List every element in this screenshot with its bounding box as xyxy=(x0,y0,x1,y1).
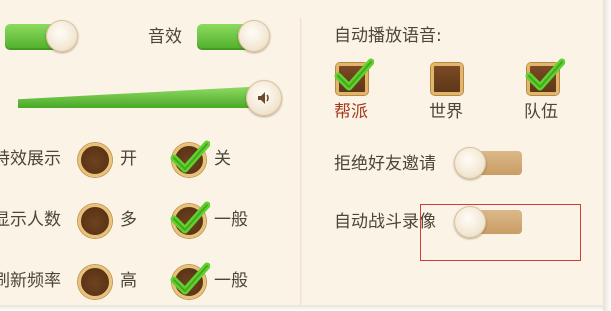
column-divider xyxy=(300,18,302,305)
music-toggle-knob[interactable] xyxy=(46,20,78,52)
player-count-normal-label: 一般 xyxy=(214,210,248,230)
check-icon xyxy=(170,140,210,173)
speaker-icon xyxy=(258,92,269,104)
channel-label-guild: 帮派 xyxy=(334,102,368,122)
reject-friend-invite-label: 拒绝好友邀请 xyxy=(334,154,436,174)
refresh-high-label: 高 xyxy=(120,271,137,291)
check-icon xyxy=(334,58,374,91)
volume-slider-knob[interactable] xyxy=(246,80,282,116)
refresh-normal-label: 一般 xyxy=(214,271,248,291)
effects-off-label: 关 xyxy=(214,149,231,169)
setting-label-refresh-rate: 刷新频率 xyxy=(0,271,61,291)
effects-on-label: 开 xyxy=(120,149,137,169)
player-count-many-label: 多 xyxy=(120,210,137,230)
channel-label-world: 世界 xyxy=(429,102,463,122)
check-icon xyxy=(170,262,210,295)
check-icon xyxy=(525,58,565,91)
panel-bottom-shadow xyxy=(0,305,611,311)
settings-panel: 音效 特效展示 开 关 显示人数 多 一般 刷新频率 高 一般 自动播放语音: xyxy=(0,0,604,306)
panel-right-shadow xyxy=(603,0,611,311)
player-count-many-radio[interactable] xyxy=(78,204,112,238)
auto-play-voice-label: 自动播放语音: xyxy=(334,26,442,46)
refresh-high-radio[interactable] xyxy=(78,265,112,299)
setting-label-player-count: 显示人数 xyxy=(0,210,61,230)
volume-slider-track[interactable] xyxy=(18,86,268,108)
setting-label-effects: 特效展示 xyxy=(0,149,61,169)
sound-effects-label: 音效 xyxy=(148,27,182,47)
effects-on-radio[interactable] xyxy=(78,143,112,177)
reject-friend-invite-toggle-knob[interactable] xyxy=(454,147,486,179)
check-icon xyxy=(170,201,210,234)
sound-effects-toggle-knob[interactable] xyxy=(238,20,270,52)
channel-checkbox-world[interactable] xyxy=(431,63,463,95)
highlight-box xyxy=(420,204,581,261)
channel-label-team: 队伍 xyxy=(524,102,558,122)
